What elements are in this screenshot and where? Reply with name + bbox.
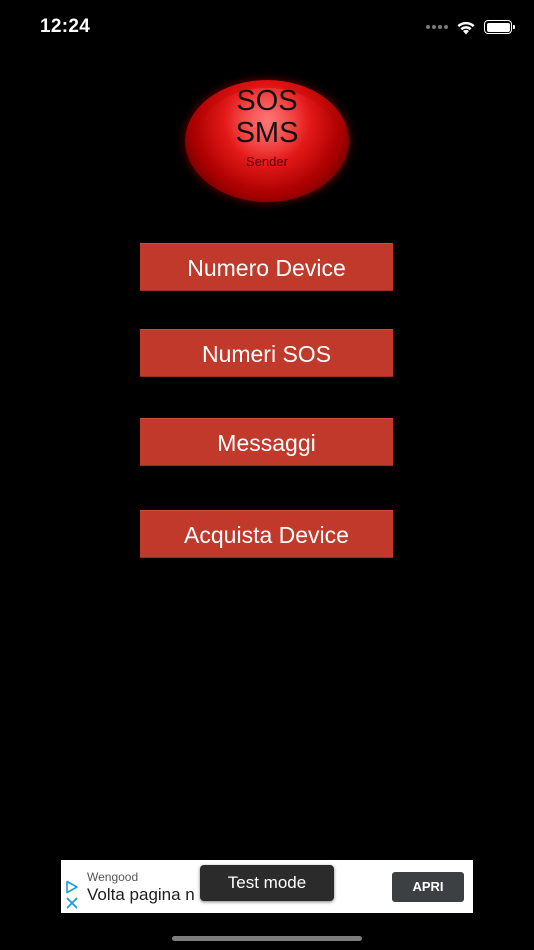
- ad-open-button[interactable]: APRI: [392, 872, 464, 902]
- ad-advertiser: Wengood: [87, 870, 139, 884]
- ad-close-icon[interactable]: [65, 896, 79, 910]
- messaggi-button[interactable]: Messaggi: [140, 418, 393, 466]
- ad-headline[interactable]: Volta pagina n: [87, 885, 195, 905]
- battery-icon: [484, 20, 515, 34]
- signal-dots-icon: [426, 25, 448, 29]
- wifi-icon: [457, 21, 475, 34]
- ad-choices-play-icon[interactable]: [65, 880, 79, 894]
- test-mode-badge: Test mode: [200, 865, 334, 901]
- logo-line-sender: Sender: [246, 154, 288, 169]
- acquista-device-button[interactable]: Acquista Device: [140, 510, 393, 558]
- status-time: 12:24: [40, 16, 91, 37]
- app-screen: 12:24 SOS SMS Sender Numero Device Numer…: [0, 0, 534, 950]
- logo-line-sos: SOS: [236, 85, 298, 117]
- home-indicator[interactable]: [172, 936, 362, 941]
- numero-device-button[interactable]: Numero Device: [140, 243, 393, 291]
- logo-line-sms: SMS: [235, 117, 299, 149]
- numeri-sos-button[interactable]: Numeri SOS: [140, 329, 393, 377]
- status-icons: [426, 17, 515, 37]
